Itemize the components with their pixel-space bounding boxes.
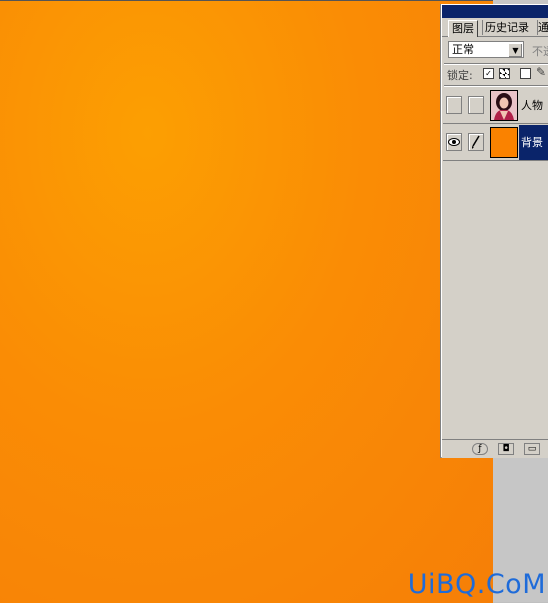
document-canvas[interactable] <box>0 0 493 603</box>
new-folder-icon[interactable]: ▭ <box>524 443 540 455</box>
eye-icon[interactable] <box>446 133 462 151</box>
opacity-label: 不透 <box>532 45 548 58</box>
panel-title-bar[interactable] <box>442 5 548 18</box>
panel-bottom-bar: ƒ ◘ ▭ <box>442 439 548 458</box>
brush-lock-icon[interactable]: ✎ <box>536 65 546 79</box>
brush-icon[interactable] <box>468 133 484 151</box>
lock-label: 锁定: <box>447 69 473 82</box>
layer-name[interactable]: 背景 <box>519 125 548 160</box>
link-toggle[interactable] <box>468 96 484 114</box>
tab-channels[interactable]: 通 <box>537 20 548 35</box>
blend-mode-select[interactable]: 正常 ▼ <box>448 41 524 58</box>
layer-row-person[interactable]: 人物 <box>443 88 548 124</box>
panel-tabs: 图层 历史记录 通 <box>442 19 548 37</box>
lock-position-checkbox[interactable] <box>520 68 531 79</box>
layer-style-icon[interactable]: ƒ <box>472 443 488 455</box>
portrait-photo-icon <box>491 91 517 120</box>
site-watermark: UiBQ.CoM <box>407 569 546 600</box>
layers-panel: 图层 历史记录 通 正常 ▼ 不透 锁定: ✓ ✎ <box>441 4 548 458</box>
blend-mode-value: 正常 <box>452 43 474 56</box>
tab-layers[interactable]: 图层 <box>448 20 478 37</box>
chevron-down-icon[interactable]: ▼ <box>508 43 522 57</box>
lock-pixels-icon[interactable] <box>499 68 510 79</box>
mask-icon[interactable]: ◘ <box>498 443 514 455</box>
layers-list: 人物 背景 <box>443 88 548 438</box>
visibility-toggle[interactable] <box>446 96 462 114</box>
lock-transparency-checkbox[interactable]: ✓ <box>483 68 494 79</box>
layer-row-background[interactable]: 背景 <box>443 125 548 161</box>
layer-thumbnail <box>490 90 518 121</box>
tab-history[interactable]: 历史记录 <box>482 20 531 35</box>
divider <box>444 63 548 65</box>
layer-name[interactable]: 人物 <box>519 88 548 123</box>
layer-thumbnail <box>490 127 518 158</box>
divider <box>444 85 548 87</box>
